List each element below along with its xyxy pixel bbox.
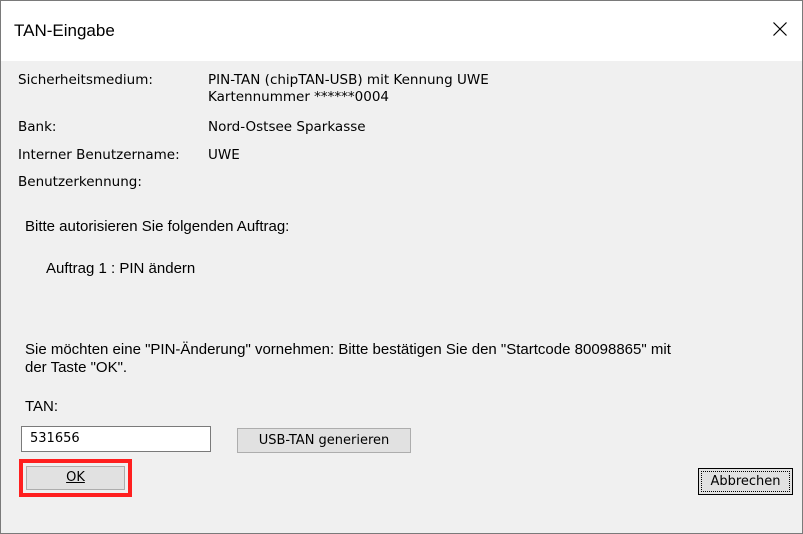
bank-label: Bank: bbox=[18, 119, 57, 135]
close-button[interactable] bbox=[760, 9, 800, 49]
authorize-prompt: Bitte autorisieren Sie folgenden Auftrag… bbox=[25, 218, 290, 235]
window-title: TAN-Eingabe bbox=[14, 21, 115, 40]
instruction-line-2: der Taste "OK". bbox=[25, 359, 128, 376]
internal-user-label: Interner Benutzername: bbox=[18, 147, 180, 163]
tan-label: TAN: bbox=[25, 398, 59, 415]
tan-dialog: TAN-Eingabe Sicherheitsmedium: PIN-TAN (… bbox=[0, 0, 803, 534]
security-medium-value: PIN-TAN (chipTAN-USB) mit Kennung UWE bbox=[208, 72, 489, 88]
title-bar: TAN-Eingabe bbox=[1, 1, 802, 61]
cancel-button[interactable]: Abbrechen bbox=[698, 468, 793, 495]
tan-input[interactable]: 531656 bbox=[21, 426, 211, 452]
instruction-line-1: Sie möchten eine "PIN-Änderung" vornehme… bbox=[25, 341, 671, 358]
ok-button[interactable]: OK bbox=[26, 466, 125, 490]
usb-tan-generate-button[interactable]: USB-TAN generieren bbox=[237, 428, 411, 453]
order-item: Auftrag 1 : PIN ändern bbox=[46, 260, 196, 277]
user-id-label: Benutzerkennung: bbox=[18, 174, 142, 190]
internal-user-value: UWE bbox=[208, 147, 240, 163]
bank-value: Nord-Ostsee Sparkasse bbox=[208, 119, 366, 135]
card-number-value: Kartennummer ******0004 bbox=[208, 89, 390, 105]
security-medium-label: Sicherheitsmedium: bbox=[18, 72, 153, 88]
close-icon bbox=[773, 22, 787, 36]
